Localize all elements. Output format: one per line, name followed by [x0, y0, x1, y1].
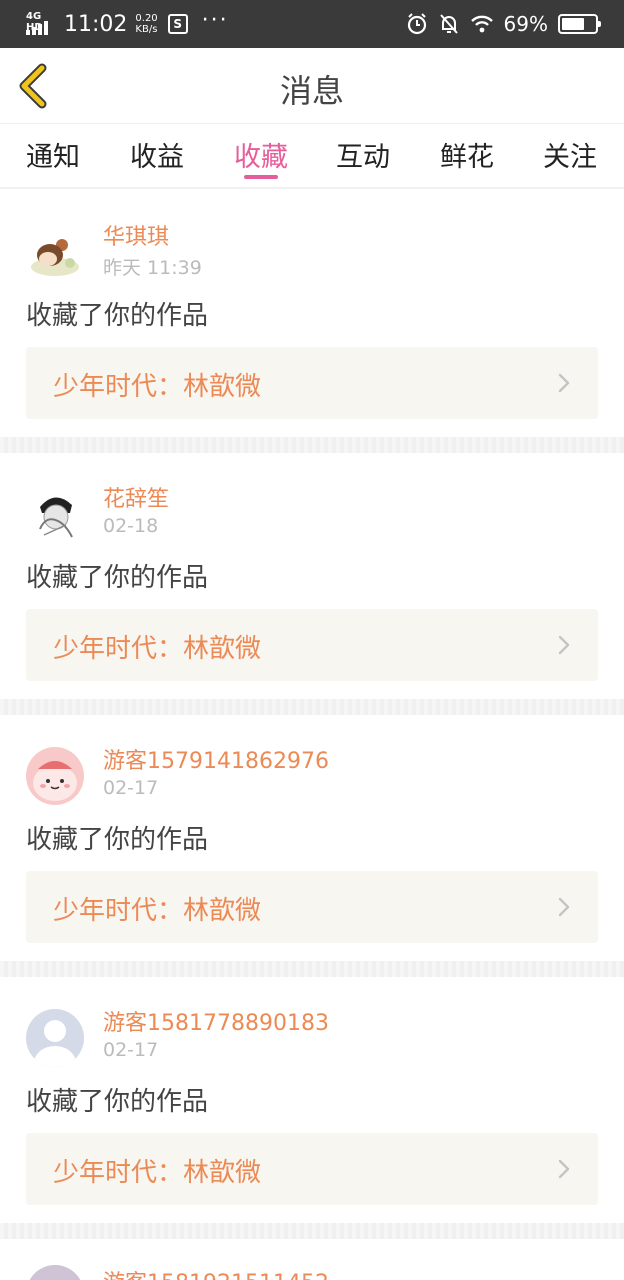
work-title: 少年时代：林歆微: [53, 372, 262, 402]
active-tab-indicator: [244, 175, 278, 179]
girl-illustration-avatar-icon: [26, 223, 84, 281]
work-title: 少年时代：林歆微: [53, 634, 262, 664]
avatar[interactable]: [26, 223, 84, 281]
list-item: 游客1579141862976 02-17 收藏了你的作品 少年时代：林歆微: [0, 715, 624, 961]
s-app-icon: S: [167, 14, 188, 34]
work-title: 少年时代：林歆微: [53, 1158, 262, 1188]
pink-cartoon-avatar-icon: [26, 747, 84, 805]
tab-notifications[interactable]: 通知: [13, 135, 93, 174]
work-link-card[interactable]: 少年时代：林歆微: [26, 347, 598, 419]
chevron-right-icon: [558, 373, 570, 393]
default-user-avatar-icon: [26, 1009, 84, 1067]
signal-icon: 4G HD: [26, 9, 56, 39]
username[interactable]: 华琪琪: [103, 219, 169, 251]
list-item: 华琪琪 昨天 11:39 收藏了你的作品 少年时代：林歆微: [0, 191, 624, 437]
divider: [0, 961, 624, 977]
username[interactable]: 游客1581778890183: [103, 1005, 329, 1037]
chevron-right-icon: [558, 1159, 570, 1179]
favorites-feed: 华琪琪 昨天 11:39 收藏了你的作品 少年时代：林歆微 花辞笙 02-18 …: [0, 191, 624, 1239]
tab-flowers[interactable]: 鲜花: [427, 135, 507, 174]
tab-interactions[interactable]: 互动: [323, 135, 403, 174]
speed-value: 0.20: [135, 13, 158, 24]
chevron-right-icon: [558, 897, 570, 917]
work-title: 少年时代：林歆微: [53, 896, 262, 926]
list-item: 游客1581778890183 02-17 收藏了你的作品 少年时代：林歆微: [0, 977, 624, 1223]
tab-following[interactable]: 关注: [530, 135, 610, 174]
divider: [0, 437, 624, 453]
timestamp: 02-17: [103, 1039, 159, 1061]
avatar[interactable]: [26, 1265, 84, 1280]
work-link-card[interactable]: 少年时代：林歆微: [26, 1133, 598, 1205]
sketch-boy-avatar-icon: [26, 485, 84, 543]
avatar[interactable]: [26, 1009, 84, 1067]
network-speed: 0.20 KB/s: [135, 13, 157, 35]
work-link-card[interactable]: 少年时代：林歆微: [26, 609, 598, 681]
work-link-card[interactable]: 少年时代：林歆微: [26, 871, 598, 943]
app-header: 消息: [0, 48, 624, 124]
speed-unit: KB/s: [135, 24, 158, 35]
divider: [0, 699, 624, 715]
timestamp: 02-17: [103, 777, 159, 799]
tab-bar: 通知 收益 收藏 互动 鲜花 关注: [0, 125, 624, 189]
tab-favorites[interactable]: 收藏: [221, 135, 301, 174]
action-text: 收藏了你的作品: [26, 301, 209, 331]
timestamp: 昨天 11:39: [103, 257, 202, 279]
clock: 11:02: [64, 11, 128, 37]
action-text: 收藏了你的作品: [26, 563, 209, 593]
avatar[interactable]: [26, 485, 84, 543]
username[interactable]: 花辞笙: [103, 481, 169, 513]
more-notifications-icon: ···: [201, 7, 229, 33]
battery-icon: [558, 14, 601, 34]
avatar[interactable]: [26, 747, 84, 805]
page-title: 消息: [279, 72, 344, 110]
timestamp: 02-18: [103, 515, 159, 537]
action-text: 收藏了你的作品: [26, 1087, 209, 1117]
action-text: 收藏了你的作品: [26, 825, 209, 855]
username[interactable]: 游客1581921511452: [103, 1265, 329, 1280]
list-item-partial: 游客1581921511452: [0, 1265, 624, 1280]
divider: [0, 1223, 624, 1239]
wifi-icon: [470, 15, 493, 33]
tab-earnings[interactable]: 收益: [117, 135, 197, 174]
list-item: 花辞笙 02-18 收藏了你的作品 少年时代：林歆微: [0, 453, 624, 699]
alarm-icon: [407, 13, 426, 35]
status-bar: 4G HD 11:02 0.20 KB/s S ··· 69%: [0, 0, 624, 48]
username[interactable]: 游客1579141862976: [103, 743, 329, 775]
chevron-right-icon: [558, 635, 570, 655]
mute-bell-icon: [439, 14, 458, 34]
battery-percent: 69%: [503, 12, 548, 36]
